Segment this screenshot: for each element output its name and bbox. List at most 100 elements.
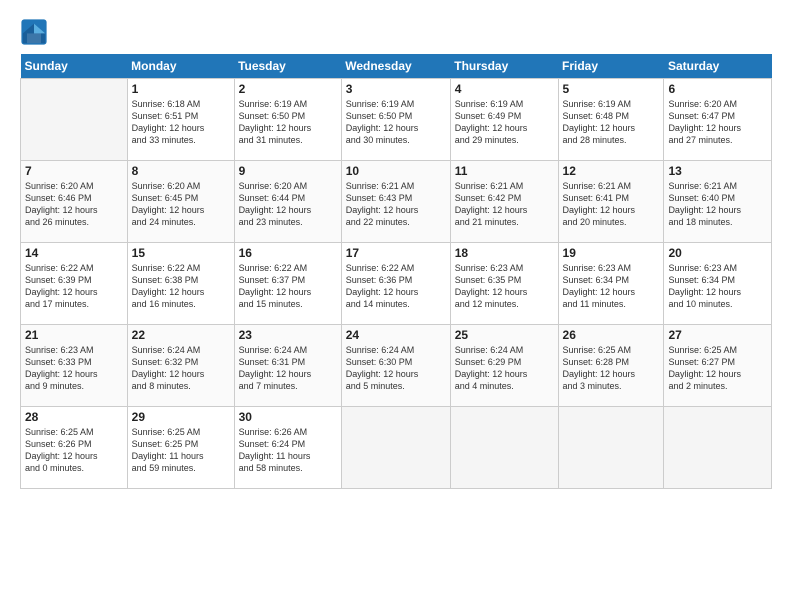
day-number: 9 xyxy=(239,164,337,178)
day-info: Sunrise: 6:18 AMSunset: 6:51 PMDaylight:… xyxy=(132,98,230,147)
calendar-cell: 27Sunrise: 6:25 AMSunset: 6:27 PMDayligh… xyxy=(664,325,772,407)
day-number: 11 xyxy=(455,164,554,178)
calendar-cell: 4 Sunrise: 6:19 AMSunset: 6:49 PMDaylight… xyxy=(450,79,558,161)
day-number: 10 xyxy=(346,164,446,178)
day-number: 17 xyxy=(346,246,446,260)
calendar-cell: 6 Sunrise: 6:20 AMSunset: 6:47 PMDaylight… xyxy=(664,79,772,161)
day-info: Sunrise: 6:22 AMSunset: 6:36 PMDaylight:… xyxy=(346,262,446,311)
logo xyxy=(20,18,50,46)
day-number: 6 xyxy=(668,82,767,96)
day-info: Sunrise: 6:23 AMSunset: 6:34 PMDaylight:… xyxy=(563,262,660,311)
calendar-cell: 14 Sunrise: 6:22 AMSunset: 6:39 PMDayligh… xyxy=(21,243,128,325)
day-number: 8 xyxy=(132,164,230,178)
day-info: Sunrise: 6:20 AMSunset: 6:47 PMDaylight:… xyxy=(668,98,767,147)
day-info: Sunrise: 6:26 AMSunset: 6:24 PMDaylight:… xyxy=(239,426,337,475)
calendar-cell: 23 Sunrise: 6:24 AMSunset: 6:31 PMDayligh… xyxy=(234,325,341,407)
calendar-cell: 1 Sunrise: 6:18 AMSunset: 6:51 PMDaylight… xyxy=(127,79,234,161)
calendar-cell: 22Sunrise: 6:24 AMSunset: 6:32 PMDayligh… xyxy=(127,325,234,407)
day-info: Sunrise: 6:22 AMSunset: 6:39 PMDaylight:… xyxy=(25,262,123,311)
calendar-cell: 8 Sunrise: 6:20 AMSunset: 6:45 PMDaylight… xyxy=(127,161,234,243)
day-info: Sunrise: 6:24 AMSunset: 6:31 PMDaylight:… xyxy=(239,344,337,393)
day-number: 16 xyxy=(239,246,337,260)
calendar-cell: 25 Sunrise: 6:24 AMSunset: 6:29 PMDayligh… xyxy=(450,325,558,407)
calendar-cell: 26 Sunrise: 6:25 AMSunset: 6:28 PMDayligh… xyxy=(558,325,664,407)
day-number: 24 xyxy=(346,328,446,342)
calendar-cell: 29Sunrise: 6:25 AMSunset: 6:25 PMDayligh… xyxy=(127,407,234,489)
calendar-cell: 9 Sunrise: 6:20 AMSunset: 6:44 PMDaylight… xyxy=(234,161,341,243)
calendar-cell: 28 Sunrise: 6:25 AMSunset: 6:26 PMDayligh… xyxy=(21,407,128,489)
calendar-cell: 19Sunrise: 6:23 AMSunset: 6:34 PMDayligh… xyxy=(558,243,664,325)
calendar-cell: 5 Sunrise: 6:19 AMSunset: 6:48 PMDaylight… xyxy=(558,79,664,161)
day-info: Sunrise: 6:24 AMSunset: 6:29 PMDaylight:… xyxy=(455,344,554,393)
calendar-cell: 18Sunrise: 6:23 AMSunset: 6:35 PMDayligh… xyxy=(450,243,558,325)
calendar-week-5: 28 Sunrise: 6:25 AMSunset: 6:26 PMDayligh… xyxy=(21,407,772,489)
day-info: Sunrise: 6:23 AMSunset: 6:34 PMDaylight:… xyxy=(668,262,767,311)
calendar-cell: 12Sunrise: 6:21 AMSunset: 6:41 PMDayligh… xyxy=(558,161,664,243)
calendar-header-thursday: Thursday xyxy=(450,54,558,79)
day-number: 20 xyxy=(668,246,767,260)
calendar-cell xyxy=(558,407,664,489)
calendar-cell: 2Sunrise: 6:19 AMSunset: 6:50 PMDaylight… xyxy=(234,79,341,161)
day-info: Sunrise: 6:25 AMSunset: 6:27 PMDaylight:… xyxy=(668,344,767,393)
calendar-header-tuesday: Tuesday xyxy=(234,54,341,79)
calendar-week-3: 14 Sunrise: 6:22 AMSunset: 6:39 PMDayligh… xyxy=(21,243,772,325)
day-info: Sunrise: 6:22 AMSunset: 6:37 PMDaylight:… xyxy=(239,262,337,311)
day-info: Sunrise: 6:21 AMSunset: 6:43 PMDaylight:… xyxy=(346,180,446,229)
day-number: 7 xyxy=(25,164,123,178)
calendar-cell: 20 Sunrise: 6:23 AMSunset: 6:34 PMDayligh… xyxy=(664,243,772,325)
page: SundayMondayTuesdayWednesdayThursdayFrid… xyxy=(0,0,792,612)
calendar-week-1: 1 Sunrise: 6:18 AMSunset: 6:51 PMDaylight… xyxy=(21,79,772,161)
day-number: 28 xyxy=(25,410,123,424)
calendar-header-sunday: Sunday xyxy=(21,54,128,79)
day-info: Sunrise: 6:25 AMSunset: 6:28 PMDaylight:… xyxy=(563,344,660,393)
day-info: Sunrise: 6:25 AMSunset: 6:26 PMDaylight:… xyxy=(25,426,123,475)
calendar-cell xyxy=(341,407,450,489)
day-number: 3 xyxy=(346,82,446,96)
calendar-table: SundayMondayTuesdayWednesdayThursdayFrid… xyxy=(20,54,772,489)
calendar-cell: 7 Sunrise: 6:20 AMSunset: 6:46 PMDaylight… xyxy=(21,161,128,243)
day-info: Sunrise: 6:20 AMSunset: 6:45 PMDaylight:… xyxy=(132,180,230,229)
day-number: 18 xyxy=(455,246,554,260)
calendar-header-monday: Monday xyxy=(127,54,234,79)
day-number: 26 xyxy=(563,328,660,342)
day-info: Sunrise: 6:19 AMSunset: 6:50 PMDaylight:… xyxy=(346,98,446,147)
calendar-cell: 13 Sunrise: 6:21 AMSunset: 6:40 PMDayligh… xyxy=(664,161,772,243)
day-number: 25 xyxy=(455,328,554,342)
day-number: 4 xyxy=(455,82,554,96)
calendar-header-saturday: Saturday xyxy=(664,54,772,79)
day-info: Sunrise: 6:25 AMSunset: 6:25 PMDaylight:… xyxy=(132,426,230,475)
day-number: 14 xyxy=(25,246,123,260)
calendar-header-row: SundayMondayTuesdayWednesdayThursdayFrid… xyxy=(21,54,772,79)
day-number: 2 xyxy=(239,82,337,96)
day-info: Sunrise: 6:20 AMSunset: 6:46 PMDaylight:… xyxy=(25,180,123,229)
day-number: 30 xyxy=(239,410,337,424)
day-info: Sunrise: 6:21 AMSunset: 6:40 PMDaylight:… xyxy=(668,180,767,229)
day-number: 5 xyxy=(563,82,660,96)
calendar-week-4: 21Sunrise: 6:23 AMSunset: 6:33 PMDayligh… xyxy=(21,325,772,407)
calendar-cell: 21Sunrise: 6:23 AMSunset: 6:33 PMDayligh… xyxy=(21,325,128,407)
day-info: Sunrise: 6:21 AMSunset: 6:42 PMDaylight:… xyxy=(455,180,554,229)
calendar-cell: 11 Sunrise: 6:21 AMSunset: 6:42 PMDayligh… xyxy=(450,161,558,243)
calendar-cell: 24 Sunrise: 6:24 AMSunset: 6:30 PMDayligh… xyxy=(341,325,450,407)
calendar-cell: 10 Sunrise: 6:21 AMSunset: 6:43 PMDayligh… xyxy=(341,161,450,243)
calendar-cell xyxy=(450,407,558,489)
day-number: 13 xyxy=(668,164,767,178)
calendar-cell xyxy=(21,79,128,161)
day-info: Sunrise: 6:19 AMSunset: 6:48 PMDaylight:… xyxy=(563,98,660,147)
day-info: Sunrise: 6:24 AMSunset: 6:30 PMDaylight:… xyxy=(346,344,446,393)
calendar-week-2: 7 Sunrise: 6:20 AMSunset: 6:46 PMDaylight… xyxy=(21,161,772,243)
calendar-cell: 16 Sunrise: 6:22 AMSunset: 6:37 PMDayligh… xyxy=(234,243,341,325)
day-info: Sunrise: 6:19 AMSunset: 6:49 PMDaylight:… xyxy=(455,98,554,147)
logo-icon xyxy=(20,18,48,46)
day-info: Sunrise: 6:20 AMSunset: 6:44 PMDaylight:… xyxy=(239,180,337,229)
calendar-cell: 15 Sunrise: 6:22 AMSunset: 6:38 PMDayligh… xyxy=(127,243,234,325)
calendar-cell xyxy=(664,407,772,489)
day-number: 15 xyxy=(132,246,230,260)
day-info: Sunrise: 6:22 AMSunset: 6:38 PMDaylight:… xyxy=(132,262,230,311)
calendar-header-wednesday: Wednesday xyxy=(341,54,450,79)
day-number: 23 xyxy=(239,328,337,342)
day-number: 12 xyxy=(563,164,660,178)
day-number: 1 xyxy=(132,82,230,96)
day-number: 21 xyxy=(25,328,123,342)
calendar-cell: 3 Sunrise: 6:19 AMSunset: 6:50 PMDaylight… xyxy=(341,79,450,161)
